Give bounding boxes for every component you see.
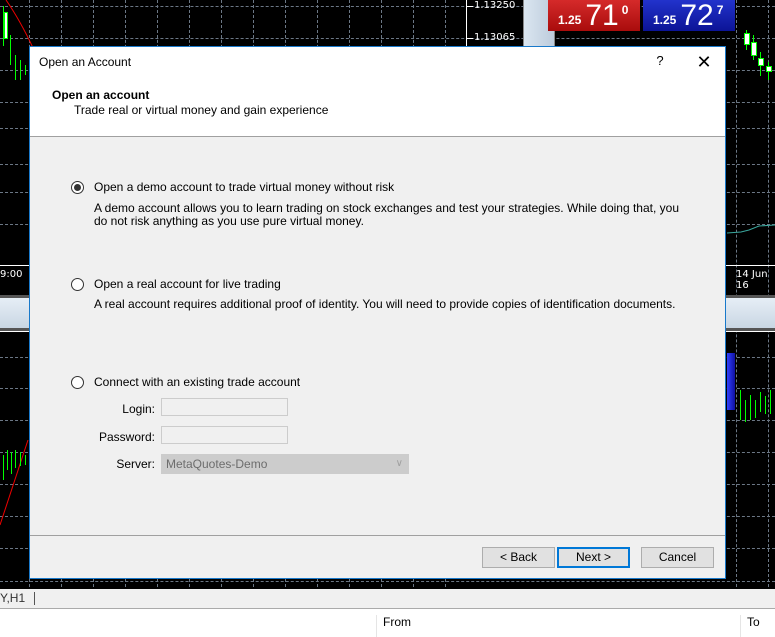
candle (760, 392, 761, 412)
buy-price-big: 72 (680, 0, 714, 32)
buy-price-prefix: 1.25 (653, 13, 677, 27)
candle (740, 390, 741, 420)
candle (751, 42, 757, 56)
candle (25, 65, 26, 75)
candle (750, 395, 751, 420)
radio-button[interactable] (71, 375, 84, 389)
candle (20, 60, 21, 80)
candle (755, 400, 756, 418)
dialog-titlebar[interactable]: Open an Account ? ✕ (30, 47, 725, 77)
radio-label: Open a demo account to trade virtual mon… (94, 180, 395, 194)
sell-quote-button[interactable]: 1.25 71 0 (548, 0, 640, 31)
back-button[interactable]: < Back (482, 547, 555, 568)
candle (11, 452, 12, 474)
candle (10, 35, 11, 65)
radio-demo-account[interactable]: Open a demo account to trade virtual mon… (71, 180, 394, 194)
price-label: 1.13065 (474, 32, 516, 43)
volume-block (727, 353, 735, 410)
time-label: 14 Jun 16 (736, 269, 768, 291)
price-tick (467, 6, 473, 7)
buy-quote-button[interactable]: 1.25 72 7 (643, 0, 735, 31)
tab-separator (34, 592, 35, 605)
candle (3, 455, 4, 480)
chevron-down-icon: ∨ (395, 458, 403, 469)
login-input[interactable] (161, 398, 288, 416)
radio-label: Connect with an existing trade account (94, 375, 301, 389)
candle (4, 12, 8, 39)
sell-price-prefix: 1.25 (558, 13, 582, 27)
radio-existing-account[interactable]: Connect with an existing trade account (71, 375, 300, 389)
radio-label: Open a real account for live trading (94, 277, 281, 291)
buy-price-sup: 7 (716, 3, 724, 17)
header-subtitle: Trade real or virtual money and gain exp… (74, 103, 329, 117)
next-button[interactable]: Next > (557, 547, 630, 568)
cancel-button[interactable]: Cancel (641, 547, 714, 568)
candle (25, 455, 26, 465)
time-label: 9:00 (0, 269, 23, 280)
grid-line (736, 0, 737, 587)
chart-tab[interactable]: Y,H1 (0, 591, 25, 605)
header-title: Open an account (52, 88, 150, 102)
password-input[interactable] (161, 426, 288, 444)
sell-price-sup: 0 (621, 3, 629, 17)
grid-line (0, 581, 775, 582)
candle (744, 33, 750, 45)
grid-line (0, 38, 775, 39)
dialog-header: Open an account Trade real or virtual mo… (30, 77, 725, 137)
footer-divider (30, 535, 725, 536)
price-label: 1.13250 (474, 0, 516, 11)
radio-button-checked[interactable] (71, 180, 84, 194)
demo-account-description: A demo account allows you to learn tradi… (94, 201, 680, 228)
candle (745, 400, 746, 422)
real-account-description: A real account requires additional proof… (94, 297, 676, 311)
radio-real-account[interactable]: Open a real account for live trading (71, 277, 281, 291)
dialog-title: Open an Account (39, 55, 132, 69)
server-label: Server: (116, 457, 155, 471)
server-select[interactable]: MetaQuotes-Demo ∨ (161, 454, 409, 474)
password-label: Password: (98, 430, 155, 444)
candle (7, 450, 8, 470)
candle (758, 58, 764, 66)
login-label: Login: (122, 402, 155, 416)
open-account-dialog: Open an Account ? ✕ Open an account Trad… (29, 46, 726, 579)
help-icon[interactable]: ? (650, 53, 670, 68)
candle (15, 55, 16, 80)
server-value: MetaQuotes-Demo (166, 457, 268, 471)
price-axis (466, 0, 467, 48)
column-header-from[interactable]: From (376, 615, 411, 637)
column-header-to[interactable]: To (740, 615, 760, 637)
candle (20, 452, 21, 466)
sell-price-big: 71 (585, 0, 619, 32)
candle (770, 390, 771, 414)
candle (766, 66, 772, 72)
indicator-line (727, 224, 775, 234)
price-tick (467, 38, 473, 39)
radio-button[interactable] (71, 277, 84, 291)
toolbox-panel: From To (0, 608, 775, 637)
close-icon[interactable]: ✕ (692, 50, 716, 74)
grid-line (768, 0, 769, 587)
candle (15, 450, 16, 468)
candle (765, 396, 766, 414)
chart-tabs-bar: Y,H1 (0, 587, 775, 609)
